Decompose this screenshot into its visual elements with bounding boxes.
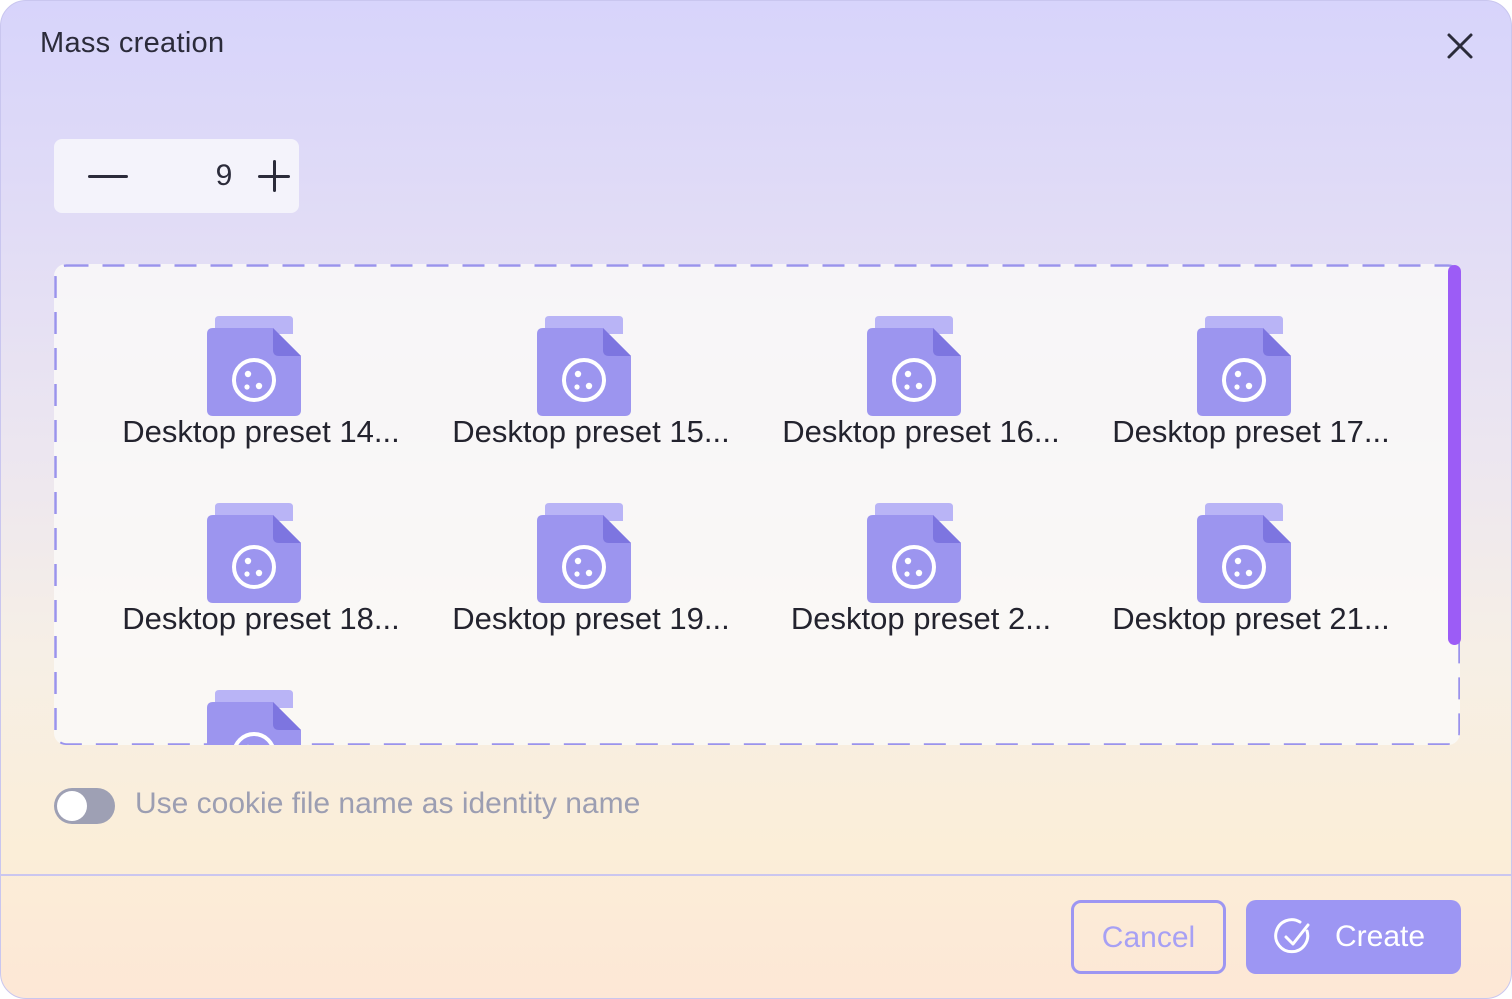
create-button[interactable]: Create <box>1246 900 1461 974</box>
cancel-button[interactable]: Cancel <box>1071 900 1226 974</box>
increment-button[interactable] <box>251 139 297 213</box>
footer-divider <box>1 874 1511 876</box>
file-item[interactable] <box>96 638 426 745</box>
file-name: Desktop preset 19... <box>452 601 730 636</box>
file-dropzone[interactable]: Desktop preset 14... Desktop preset 15..… <box>54 264 1460 745</box>
cookie-file-icon <box>207 690 301 745</box>
cookie-file-icon <box>537 503 631 603</box>
cookie-file-icon <box>1197 503 1291 603</box>
file-name: Desktop preset 2... <box>790 601 1052 636</box>
cookie-file-icon <box>867 316 961 416</box>
close-icon <box>1447 33 1473 59</box>
file-name: Desktop preset 15... <box>452 414 730 449</box>
file-item[interactable]: Desktop preset 18... <box>96 451 426 636</box>
file-list-scrollbar[interactable] <box>1448 265 1461 645</box>
use-filename-label: Use cookie file name as identity name <box>135 787 641 820</box>
file-name: Desktop preset 16... <box>782 414 1060 449</box>
quantity-input[interactable] <box>194 157 254 195</box>
quantity-stepper <box>54 139 299 213</box>
file-item[interactable]: Desktop preset 14... <box>96 264 426 449</box>
cookie-file-icon <box>537 316 631 416</box>
check-circle-icon <box>1274 918 1310 954</box>
mass-creation-dialog: Mass creation Desktop preset 14. <box>0 0 1512 999</box>
file-item[interactable]: Desktop preset 19... <box>426 451 756 636</box>
file-name: Desktop preset 18... <box>122 601 400 636</box>
close-button[interactable] <box>1441 27 1479 65</box>
dialog-title: Mass creation <box>40 27 225 59</box>
cookie-file-icon <box>867 503 961 603</box>
toggle-knob <box>57 791 87 821</box>
file-item[interactable]: Desktop preset 21... <box>1086 451 1416 636</box>
use-filename-toggle[interactable] <box>54 788 115 824</box>
file-name: Desktop preset 17... <box>1112 414 1390 449</box>
decrement-button[interactable] <box>84 139 132 213</box>
file-item[interactable]: Desktop preset 16... <box>756 264 1086 449</box>
file-name: Desktop preset 21... <box>1112 601 1390 636</box>
file-item[interactable]: Desktop preset 2... <box>756 451 1086 636</box>
file-name: Desktop preset 14... <box>122 414 400 449</box>
cookie-file-icon <box>207 316 301 416</box>
cookie-file-icon <box>1197 316 1291 416</box>
file-item[interactable]: Desktop preset 17... <box>1086 264 1416 449</box>
file-item[interactable]: Desktop preset 15... <box>426 264 756 449</box>
cookie-file-icon <box>207 503 301 603</box>
create-label: Create <box>1335 920 1426 953</box>
